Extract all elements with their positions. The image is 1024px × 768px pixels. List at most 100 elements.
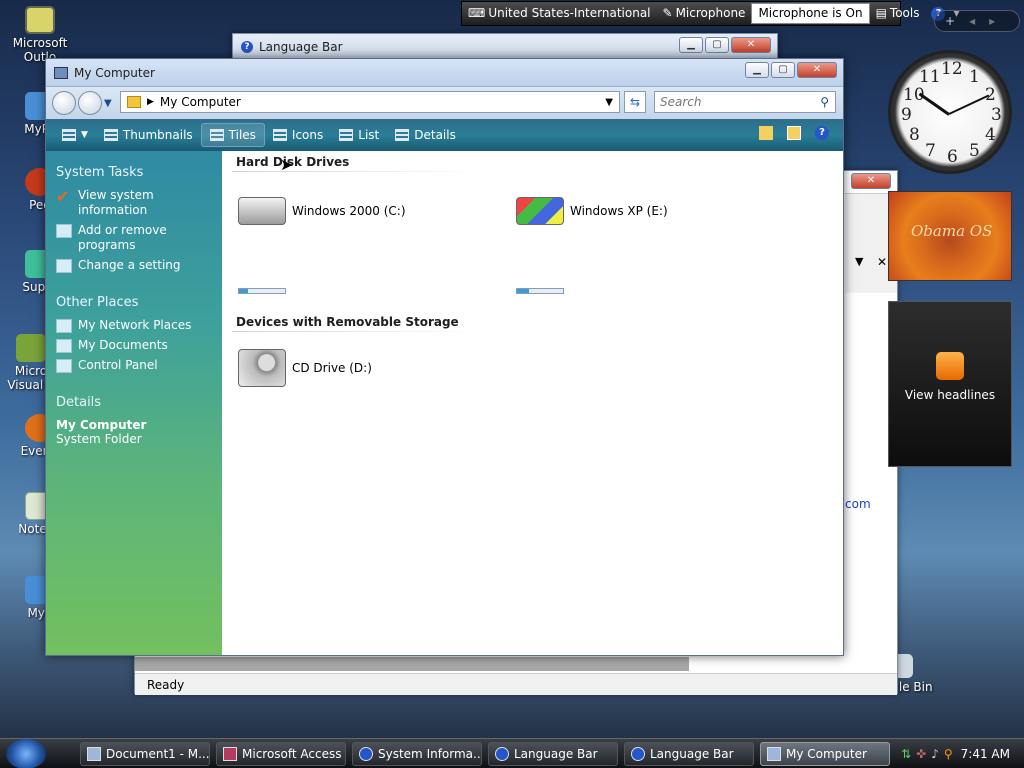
keyboard-icon: ⌨ xyxy=(468,6,486,20)
clock-gadget[interactable]: 12 1 2 3 4 5 6 7 8 9 10 11 xyxy=(888,50,1012,174)
clock-number: 8 xyxy=(909,125,920,145)
help-icon[interactable]: ? xyxy=(815,126,829,140)
thumbnails-icon xyxy=(103,129,118,141)
feed-headlines-gadget[interactable]: View headlines xyxy=(888,301,1012,467)
chevron-down-icon[interactable]: ▼ xyxy=(104,98,112,109)
new-folder-icon[interactable] xyxy=(759,126,773,140)
hard-drive-icon xyxy=(238,197,286,225)
network-tray-icon[interactable]: ⇅ xyxy=(901,747,911,761)
search-placeholder: Search xyxy=(660,95,702,109)
tiles-icon xyxy=(209,129,224,141)
thumbnails-button[interactable]: Thumbnails xyxy=(96,123,201,147)
help-window-icon: ? xyxy=(241,40,253,53)
views-icon xyxy=(62,129,76,141)
group-removable-storage[interactable]: Devices with Removable Storage xyxy=(236,315,459,329)
clock-number: 3 xyxy=(991,105,1002,125)
clock-number: 12 xyxy=(941,59,963,79)
speech-tray-icon[interactable]: ✜ xyxy=(916,747,926,761)
views-menu-button[interactable]: ▼ xyxy=(54,123,96,147)
add-gadget-icon[interactable]: + xyxy=(945,14,955,28)
taskbar-item-my-computer[interactable]: My Computer xyxy=(760,741,890,766)
icons-view-icon xyxy=(272,129,287,141)
keyboard-layout-button[interactable]: ⌨ United States-International xyxy=(462,3,657,24)
taskbar: Document1 - M... Microsoft Access System… xyxy=(0,738,1024,768)
previous-icon[interactable]: ◂ xyxy=(969,14,975,28)
taskbar-item-language-bar-2[interactable]: Language Bar xyxy=(624,741,754,766)
checkmark-icon: ✔ xyxy=(56,187,70,206)
search-icon[interactable]: ⚲ xyxy=(820,95,829,109)
word-icon xyxy=(87,746,101,761)
add-remove-programs-icon xyxy=(56,224,72,238)
task-add-remove-programs[interactable]: Add or remove programs xyxy=(56,223,222,253)
link-fragment[interactable]: com xyxy=(845,497,871,511)
minimize-button[interactable]: ▁ xyxy=(679,37,703,53)
icons-button[interactable]: Icons xyxy=(265,123,331,147)
close-icon[interactable]: ✕ xyxy=(877,255,887,269)
drive-c[interactable]: Windows 2000 (C:) xyxy=(238,197,406,225)
next-icon[interactable]: ▸ xyxy=(989,14,995,28)
microphone-button[interactable]: ✎ Microphone xyxy=(657,3,752,24)
control-panel-icon xyxy=(56,359,72,373)
my-computer-window[interactable]: My Computer ▁ ▢ ✕ ▼ ▶ My Computer ▼ ⇆ Sear… xyxy=(45,58,844,656)
details-type: System Folder xyxy=(56,432,142,446)
close-button[interactable]: ✕ xyxy=(731,37,771,53)
taskbar-item-language-bar[interactable]: Language Bar xyxy=(488,741,618,766)
list-icon xyxy=(339,129,354,141)
volume-tray-icon[interactable]: ♪ xyxy=(931,747,939,761)
drive-c-usage-bar xyxy=(238,288,286,294)
close-button[interactable]: ✕ xyxy=(797,62,837,78)
address-bar[interactable]: ▶ My Computer ▼ xyxy=(120,91,620,113)
tools-button[interactable]: ▤ Tools xyxy=(870,3,926,24)
breadcrumb[interactable]: My Computer xyxy=(160,95,241,109)
clock-minute-hand xyxy=(948,94,990,115)
slideshow-gadget[interactable]: Obama OS xyxy=(888,191,1012,281)
task-view-system-information[interactable]: ✔ View system information xyxy=(56,188,222,218)
view-headlines-link[interactable]: View headlines xyxy=(889,388,1011,402)
back-button[interactable] xyxy=(52,91,76,115)
task-change-setting[interactable]: Change a setting xyxy=(56,258,222,273)
minimize-button[interactable]: ▁ xyxy=(745,62,769,78)
search-input[interactable]: Search ⚲ xyxy=(654,91,836,113)
usage-fill xyxy=(239,289,249,293)
drive-d[interactable]: CD Drive (D:) xyxy=(238,349,372,387)
horizontal-scrollbar[interactable] xyxy=(135,657,689,671)
search-tray-icon[interactable]: ⚲ xyxy=(944,747,953,761)
folder-icon xyxy=(127,96,141,108)
file-view[interactable]: Hard Disk Drives Windows 2000 (C:) Windo… xyxy=(222,151,843,655)
refresh-button[interactable]: ⇆ xyxy=(624,91,646,113)
my-computer-titlebar[interactable]: My Computer ▁ ▢ ✕ xyxy=(46,59,843,87)
details-heading: Details xyxy=(56,395,102,410)
chevron-down-icon: ▼ xyxy=(81,130,88,140)
forward-button[interactable] xyxy=(78,91,102,115)
visual-studio-icon xyxy=(16,334,46,362)
clock-number: 5 xyxy=(969,141,980,161)
desktop-icon-outlook[interactable]: Microsoft Outlo xyxy=(0,6,80,64)
close-button[interactable]: ✕ xyxy=(851,173,891,189)
address-dropdown-icon[interactable]: ▼ xyxy=(605,97,613,108)
clock-number: 9 xyxy=(901,105,912,125)
refresh-icon: ⇆ xyxy=(629,95,641,109)
place-control-panel[interactable]: Control Panel xyxy=(56,358,222,373)
window-title: My Computer xyxy=(74,65,155,80)
chevron-down-icon[interactable]: ▼ xyxy=(855,255,863,268)
details-name: My Computer xyxy=(56,418,147,432)
other-places-heading: Other Places xyxy=(56,295,139,310)
place-my-documents[interactable]: My Documents xyxy=(56,338,222,353)
help-icon xyxy=(631,746,645,761)
drive-e[interactable]: Windows XP (E:) xyxy=(516,197,668,225)
clock[interactable]: 7:41 AM xyxy=(961,747,1010,761)
taskbar-item-document1[interactable]: Document1 - M... xyxy=(80,741,210,766)
taskbar-item-system-information[interactable]: System Informa... xyxy=(352,741,482,766)
microphone-status: Microphone is On xyxy=(751,3,870,24)
list-button[interactable]: List xyxy=(331,123,387,147)
tiles-button[interactable]: Tiles xyxy=(200,123,265,147)
start-button[interactable] xyxy=(6,738,46,768)
folder-options-icon[interactable] xyxy=(787,126,801,140)
maximize-button[interactable]: ▢ xyxy=(771,62,795,78)
computer-icon xyxy=(54,66,68,79)
maximize-button[interactable]: ▢ xyxy=(705,37,729,53)
details-button[interactable]: Details xyxy=(387,123,464,147)
help-icon xyxy=(495,746,509,761)
place-my-network-places[interactable]: My Network Places xyxy=(56,318,222,333)
taskbar-item-access[interactable]: Microsoft Access xyxy=(216,741,346,766)
